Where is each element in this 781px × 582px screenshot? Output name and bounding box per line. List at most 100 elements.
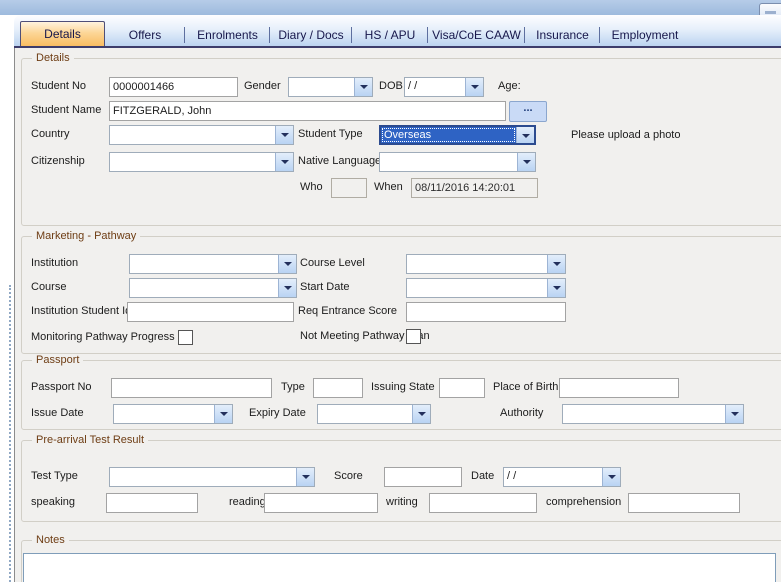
native-language-label: Native Language — [298, 155, 381, 167]
issuing-state-label: Issuing State — [371, 381, 435, 393]
tab-insurance[interactable]: Insurance — [525, 24, 600, 46]
chevron-down-icon[interactable] — [278, 255, 296, 273]
chevron-down-icon[interactable] — [278, 279, 296, 297]
age-label: Age: — [498, 80, 521, 92]
citizenship-label: Citizenship — [31, 155, 85, 167]
who-label: Who — [300, 181, 323, 193]
student-no-input[interactable] — [109, 77, 238, 97]
tab-offers[interactable]: Offers — [105, 24, 185, 46]
place-of-birth-input[interactable] — [559, 378, 679, 398]
speaking-input[interactable] — [106, 493, 198, 513]
details-group: Details Student No Gender DOB / / Age: S… — [21, 58, 781, 226]
tab-employment[interactable]: Employment — [600, 24, 690, 46]
speaking-label: speaking — [31, 496, 75, 508]
dob-dropdown[interactable]: / / — [404, 77, 484, 97]
institution-dropdown[interactable] — [129, 254, 297, 274]
dob-label: DOB — [379, 80, 403, 92]
start-date-label: Start Date — [300, 281, 350, 293]
gender-label: Gender — [244, 80, 281, 92]
issue-date-label: Issue Date — [31, 407, 84, 419]
native-language-dropdown[interactable] — [379, 152, 536, 172]
prearrival-group-title: Pre-arrival Test Result — [32, 434, 148, 446]
chevron-down-icon[interactable] — [275, 153, 293, 171]
who-input — [331, 178, 367, 198]
course-level-label: Course Level — [300, 257, 365, 269]
monitoring-pathway-progress-label: Monitoring Pathway Progress — [31, 331, 175, 343]
expiry-date-label: Expiry Date — [249, 407, 306, 419]
req-entrance-score-input[interactable] — [406, 302, 566, 322]
score-input[interactable] — [384, 467, 462, 487]
expiry-date-dropdown[interactable] — [317, 404, 431, 424]
req-entrance-score-label: Req Entrance Score — [298, 305, 397, 317]
tab-enrolments[interactable]: Enrolments — [185, 24, 270, 46]
institution-label: Institution — [31, 257, 78, 269]
passport-type-input[interactable] — [313, 378, 363, 398]
authority-label: Authority — [500, 407, 543, 419]
chevron-down-icon[interactable] — [354, 78, 372, 96]
course-label: Course — [31, 281, 66, 293]
chevron-down-icon[interactable] — [602, 468, 620, 486]
minimize-icon — [765, 11, 776, 14]
when-input — [411, 178, 538, 198]
citizenship-dropdown[interactable] — [109, 152, 294, 172]
reading-label: reading — [229, 496, 266, 508]
course-level-dropdown[interactable] — [406, 254, 566, 274]
writing-input[interactable] — [429, 493, 537, 513]
tab-visa-coe-caaw[interactable]: Visa/CoE CAAW — [428, 24, 525, 46]
student-name-label: Student Name — [31, 104, 101, 116]
issue-date-dropdown[interactable] — [113, 404, 233, 424]
passport-no-input[interactable] — [111, 378, 272, 398]
student-no-label: Student No — [31, 80, 86, 92]
test-date-label: Date — [471, 470, 494, 482]
country-dropdown[interactable] — [109, 125, 294, 145]
comprehension-input[interactable] — [628, 493, 740, 513]
monitoring-pathway-progress-checkbox[interactable] — [178, 330, 193, 345]
student-details-window: Details Offers Enrolments Diary / Docs H… — [0, 0, 781, 582]
photo-hint-text: Please upload a photo — [571, 129, 680, 141]
chevron-down-icon[interactable] — [412, 405, 430, 423]
when-label: When — [374, 181, 403, 193]
comprehension-label: comprehension — [546, 496, 621, 508]
browse-button[interactable]: ... — [509, 101, 547, 122]
issuing-state-input[interactable] — [439, 378, 485, 398]
test-type-dropdown[interactable] — [109, 467, 315, 487]
marketing-pathway-group: Marketing - Pathway Institution Course L… — [21, 236, 781, 354]
chevron-down-icon[interactable] — [516, 127, 534, 143]
tab-details[interactable]: Details — [20, 21, 105, 46]
not-meeting-pathway-plan-checkbox[interactable] — [406, 329, 421, 344]
place-of-birth-label: Place of Birth — [493, 381, 558, 393]
institution-student-id-label: Institution Student Id — [31, 305, 131, 317]
score-label: Score — [334, 470, 363, 482]
chevron-down-icon[interactable] — [517, 153, 535, 171]
chevron-down-icon[interactable] — [725, 405, 743, 423]
window-top-bar — [0, 0, 781, 15]
start-date-dropdown[interactable] — [406, 278, 566, 298]
tab-hs-apu[interactable]: HS / APU — [352, 24, 428, 46]
authority-dropdown[interactable] — [562, 404, 744, 424]
notes-group-title: Notes — [32, 534, 69, 546]
tab-diary-docs[interactable]: Diary / Docs — [270, 24, 352, 46]
prearrival-test-result-group: Pre-arrival Test Result Test Type Score … — [21, 440, 781, 522]
student-name-input[interactable] — [109, 101, 506, 121]
chevron-down-icon[interactable] — [214, 405, 232, 423]
chevron-down-icon[interactable] — [275, 126, 293, 144]
passport-group: Passport Passport No Type Issuing State … — [21, 360, 781, 430]
student-type-dropdown[interactable]: Overseas — [379, 125, 536, 145]
writing-label: writing — [386, 496, 418, 508]
test-date-dropdown[interactable]: / / — [503, 467, 621, 487]
chevron-down-icon[interactable] — [547, 255, 565, 273]
reading-input[interactable] — [264, 493, 378, 513]
notes-textarea[interactable] — [23, 553, 776, 582]
gender-dropdown[interactable] — [288, 77, 373, 97]
chevron-down-icon[interactable] — [465, 78, 483, 96]
passport-type-label: Type — [281, 381, 305, 393]
course-dropdown[interactable] — [129, 278, 297, 298]
institution-student-id-input[interactable] — [127, 302, 294, 322]
country-label: Country — [31, 128, 70, 140]
chevron-down-icon[interactable] — [296, 468, 314, 486]
splitter-handle[interactable] — [9, 285, 11, 582]
student-type-label: Student Type — [298, 128, 363, 140]
tab-strip: Details Offers Enrolments Diary / Docs H… — [14, 15, 781, 48]
chevron-down-icon[interactable] — [547, 279, 565, 297]
passport-group-title: Passport — [32, 354, 83, 366]
